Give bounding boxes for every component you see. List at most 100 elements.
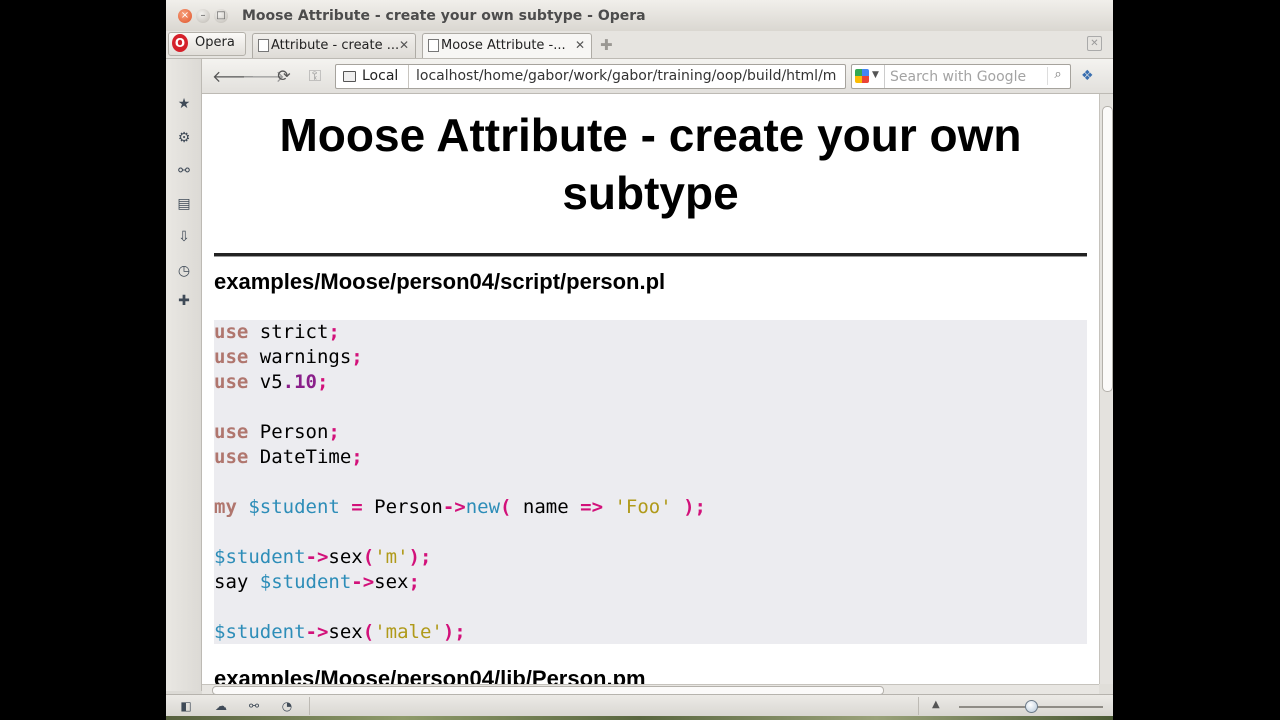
url-text[interactable]: localhost/home/gabor/work/gabor/training… — [416, 68, 842, 84]
file-heading-person-pl: examples/Moose/person04/script/person.pl — [214, 269, 666, 294]
video-letterbox-right — [1113, 0, 1280, 720]
vertical-scroll-thumb[interactable] — [1102, 106, 1113, 392]
zoom-slider-handle[interactable] — [1025, 700, 1038, 713]
code-method: sex — [374, 571, 409, 593]
gear-icon[interactable]: ⚙ — [175, 129, 193, 147]
downloads-icon[interactable]: ⇩ — [175, 228, 193, 246]
tab-close-icon[interactable]: ✕ — [575, 38, 585, 52]
tab-close-icon[interactable]: ✕ — [399, 38, 409, 52]
code-string: 'male' — [374, 621, 443, 643]
window-close-button[interactable]: × — [178, 9, 192, 23]
page-title: Moose Attribute - create your own subtyp… — [202, 106, 1099, 222]
code-punct: ; — [351, 346, 363, 368]
local-badge[interactable]: Local — [336, 65, 409, 88]
tab-label: Moose Attribute -... — [441, 38, 566, 53]
local-label: Local — [362, 68, 399, 84]
turbo-gauge-icon[interactable]: ◔ — [279, 699, 295, 713]
code-text: warnings — [248, 346, 352, 368]
code-punct: ); — [408, 546, 432, 568]
code-text: name — [511, 496, 581, 518]
code-string: 'm' — [374, 546, 409, 568]
code-method: sex — [328, 621, 363, 643]
code-keyword: use — [214, 371, 249, 393]
page-icon — [258, 39, 269, 52]
browser-window: × – □ Moose Attribute - create your own … — [166, 0, 1113, 716]
code-text: Person — [374, 496, 443, 518]
code-line: use strict; — [214, 320, 1087, 345]
code-punct: ; — [408, 571, 420, 593]
code-keyword: use — [214, 346, 249, 368]
forward-arrow-icon[interactable]: 🡒 — [242, 66, 285, 86]
unite-icon[interactable]: ⚯ — [175, 162, 193, 180]
zoom-menu-icon[interactable]: ▲ — [932, 699, 940, 710]
extensions-icon[interactable]: ❖ — [1081, 68, 1097, 84]
unite-icon[interactable]: ⚯ — [246, 699, 262, 713]
code-operator: => — [580, 496, 604, 518]
code-keyword: my — [214, 496, 237, 518]
code-text: say — [214, 571, 260, 593]
search-input[interactable] — [890, 67, 1040, 86]
window-maximize-button[interactable]: □ — [214, 9, 228, 23]
google-icon[interactable] — [855, 69, 869, 83]
page-title-line2: subtype — [562, 167, 739, 219]
divider — [214, 253, 1087, 256]
code-line: $student->sex('male'); — [214, 620, 1087, 645]
search-icon[interactable]: ⌕ — [1047, 67, 1068, 85]
add-panel-icon[interactable]: ✚ — [175, 292, 193, 310]
code-operator: -> — [305, 546, 329, 568]
address-bar[interactable]: Local localhost/home/gabor/work/gabor/tr… — [335, 64, 846, 89]
code-keyword: use — [214, 421, 249, 443]
code-punct: ; — [328, 421, 340, 443]
code-operator: -> — [442, 496, 466, 518]
back-arrow-icon[interactable]: 🡐 — [212, 66, 255, 86]
tab-attribute[interactable]: Attribute - create ... ✕ — [252, 33, 416, 58]
cloud-icon[interactable]: ☁ — [213, 699, 229, 713]
code-text: v5 — [248, 371, 283, 393]
tab-moose-attribute[interactable]: Moose Attribute -... ✕ — [422, 33, 592, 58]
code-text: strict — [248, 321, 329, 343]
panel-toggle-icon[interactable]: ◧ — [178, 699, 194, 713]
code-method: new — [465, 496, 501, 518]
code-line: use Person; — [214, 420, 1087, 445]
vertical-scrollbar[interactable] — [1099, 94, 1113, 684]
code-punct: ; — [351, 446, 363, 468]
key-icon[interactable]: ⚿ — [305, 66, 325, 86]
close-tabbar-icon[interactable]: ✕ — [1087, 36, 1102, 51]
code-method: sex — [328, 546, 363, 568]
code-punct: ( — [500, 496, 512, 518]
chevron-down-icon[interactable]: ▼ — [872, 70, 879, 80]
code-block: use strict; use warnings; use v5.10; use Pe… — [214, 320, 1087, 644]
page-content: Moose Attribute - create your own subtyp… — [202, 94, 1099, 684]
code-text: Person — [248, 421, 329, 443]
code-line: $student->sex('m'); — [214, 545, 1087, 570]
new-tab-icon[interactable]: ✚ — [600, 36, 613, 54]
history-clock-icon[interactable]: ◷ — [175, 262, 193, 280]
code-line: say $student->sex; — [214, 570, 1087, 595]
tab-bar: O Opera Attribute - create ... ✕ Moose A… — [166, 31, 1113, 59]
search-box[interactable]: ▼ ⌕ — [851, 64, 1071, 89]
page-title-line1: Moose Attribute - create your own — [279, 109, 1022, 161]
resize-grip[interactable] — [1099, 684, 1113, 694]
code-variable: $student — [214, 621, 306, 643]
panel-sidebar: ★ ⚙ ⚯ ▤ ⇩ ◷ ✚ — [166, 59, 202, 691]
status-bar: ◧ ☁ ⚯ ◔ ▲ — [166, 694, 1113, 716]
code-punct: ; — [328, 321, 340, 343]
code-string: 'Foo' — [603, 496, 672, 518]
desktop-wallpaper-strip — [166, 716, 1113, 720]
code-punct: ); — [671, 496, 706, 518]
opera-menu-button[interactable]: O Opera — [168, 32, 246, 56]
code-variable: $student — [236, 496, 340, 518]
code-punct: ); — [442, 621, 466, 643]
code-operator: = — [339, 496, 375, 518]
reload-icon[interactable]: ⟳ — [274, 66, 294, 85]
code-punct: ; — [316, 371, 329, 393]
bookmarks-star-icon[interactable]: ★ — [175, 95, 193, 113]
notes-icon[interactable]: ▤ — [175, 195, 193, 213]
code-punct: ( — [362, 546, 375, 568]
window-minimize-button[interactable]: – — [196, 9, 210, 23]
code-operator: -> — [351, 571, 375, 593]
